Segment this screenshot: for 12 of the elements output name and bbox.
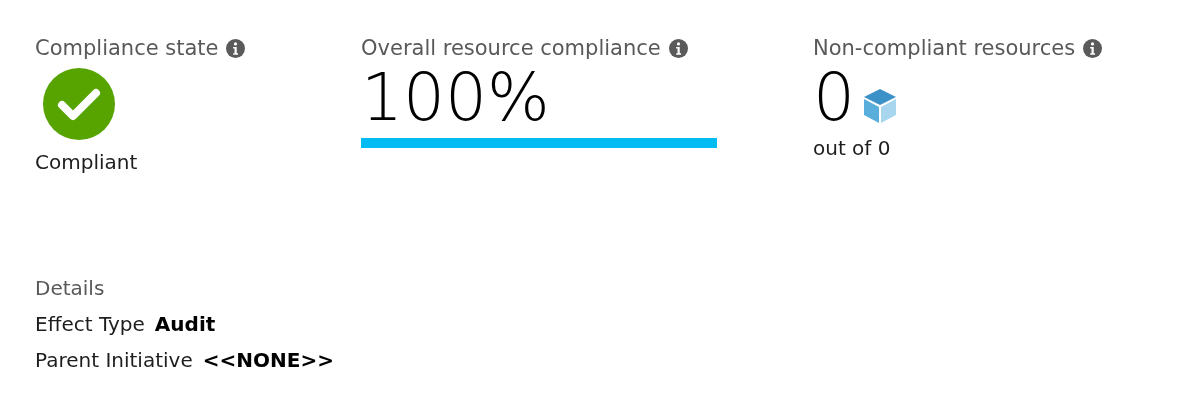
count-value: 0 — [813, 60, 855, 136]
detail-label: Parent Initiative — [35, 348, 193, 372]
count-total: out of 0 — [813, 136, 891, 160]
state-label: Compliant — [35, 150, 138, 174]
detail-value: <<NONE>> — [202, 348, 334, 372]
tile-title: Overall resource compliance — [361, 36, 661, 60]
details-heading: Details — [35, 276, 105, 300]
tile-title: Non-compliant resources — [813, 36, 1076, 60]
percent-value: 100% — [361, 60, 550, 136]
tile-title: Compliance state — [35, 36, 219, 60]
detail-label: Effect Type — [35, 312, 145, 336]
detail-value: Audit — [154, 312, 216, 336]
